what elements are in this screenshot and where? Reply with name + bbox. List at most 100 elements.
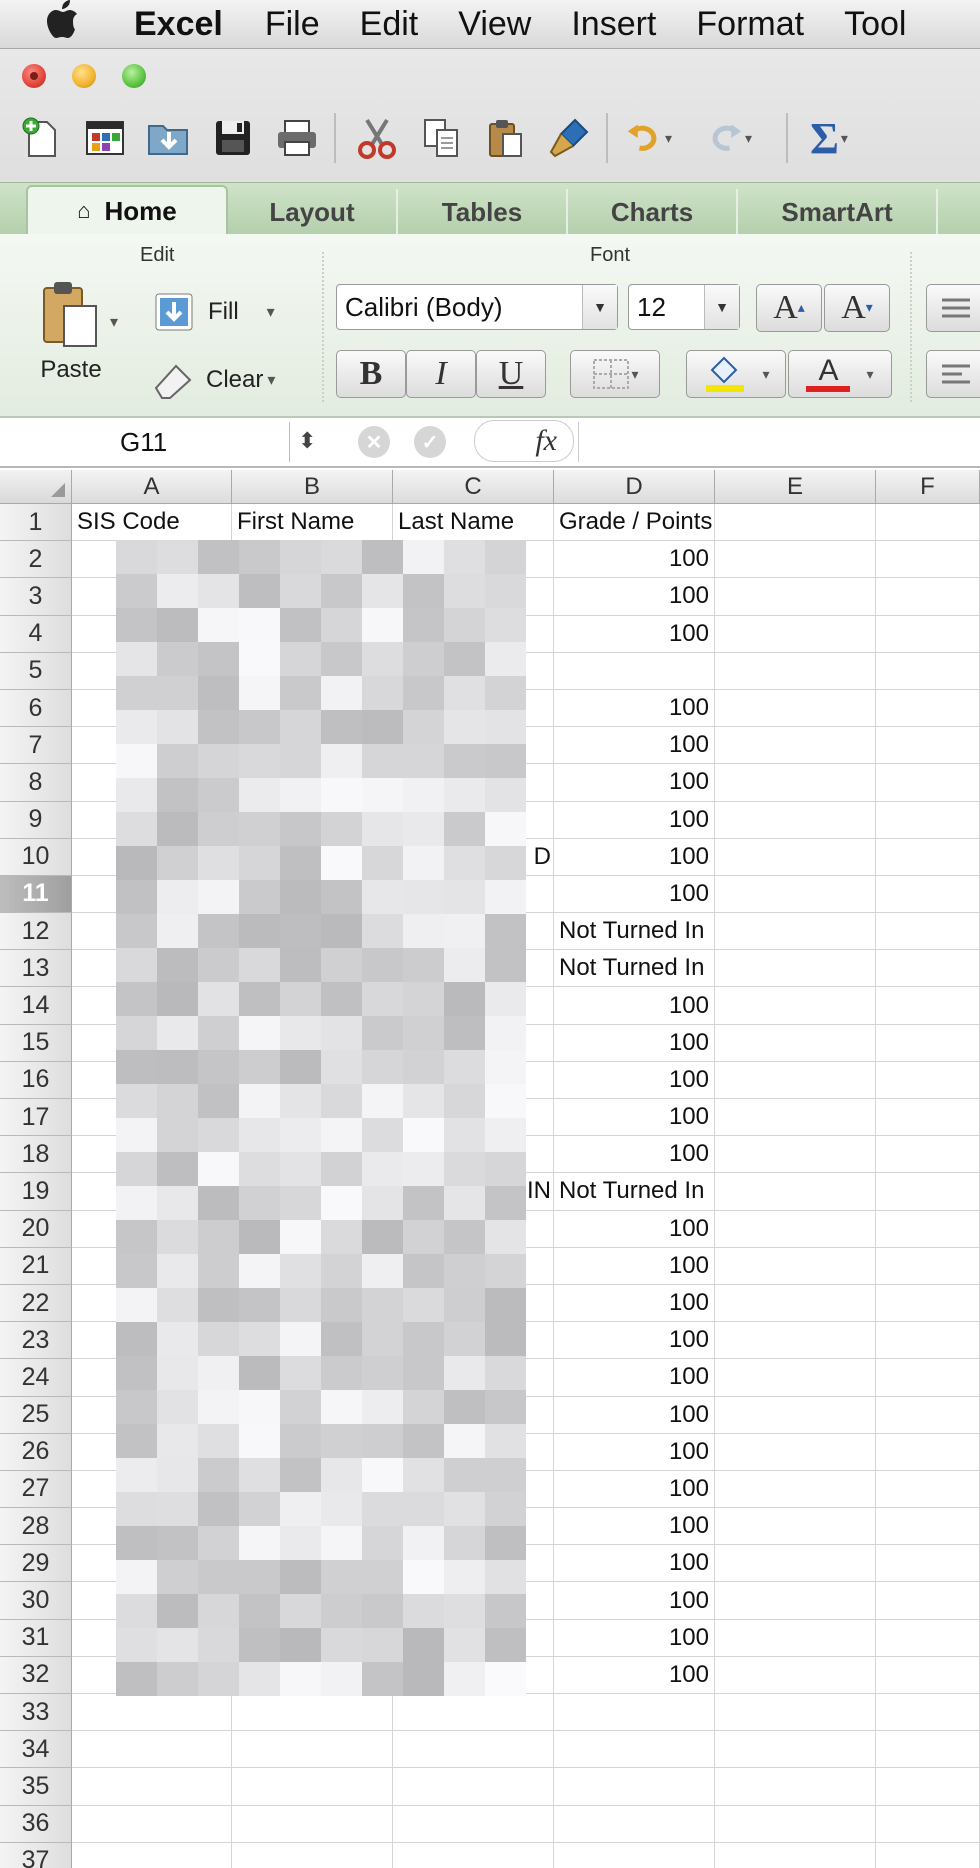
cell-a[interactable] bbox=[72, 1508, 232, 1546]
cell-a[interactable] bbox=[72, 838, 232, 876]
cell-f[interactable] bbox=[876, 1284, 980, 1323]
cell-d[interactable]: 100 bbox=[554, 987, 715, 1025]
cell-b[interactable] bbox=[232, 1061, 393, 1099]
cell-e[interactable] bbox=[715, 913, 876, 951]
row-header[interactable]: 9 bbox=[0, 801, 72, 839]
cell-f[interactable] bbox=[876, 1694, 980, 1732]
cell-b[interactable] bbox=[232, 1433, 393, 1471]
fill-color-button[interactable]: ▾ bbox=[686, 350, 786, 398]
row-header[interactable]: 31 bbox=[0, 1619, 72, 1657]
column-header-f[interactable]: F bbox=[876, 470, 980, 504]
cell-c[interactable] bbox=[393, 1470, 554, 1509]
cell-b[interactable] bbox=[232, 1545, 393, 1583]
cell-b[interactable] bbox=[232, 1173, 393, 1211]
italic-button[interactable]: I bbox=[406, 350, 476, 398]
cell-f[interactable] bbox=[876, 987, 980, 1025]
cell-c[interactable] bbox=[393, 1396, 554, 1434]
cell-f[interactable] bbox=[876, 1768, 980, 1806]
copy-icon[interactable] bbox=[418, 115, 464, 161]
cell-e[interactable] bbox=[715, 1173, 876, 1211]
row-header[interactable]: 37 bbox=[0, 1842, 72, 1868]
row-header[interactable]: 2 bbox=[0, 541, 72, 579]
cell-f[interactable] bbox=[876, 727, 980, 765]
cell-a[interactable] bbox=[72, 1099, 232, 1137]
confirm-formula-icon[interactable]: ✓ bbox=[414, 426, 446, 458]
cell-c1[interactable]: Last Name bbox=[393, 504, 554, 542]
cell-c[interactable] bbox=[393, 1099, 554, 1137]
cell-d[interactable]: 100 bbox=[554, 1433, 715, 1471]
cell-d[interactable]: 100 bbox=[554, 875, 715, 914]
row-header[interactable]: 28 bbox=[0, 1508, 72, 1546]
cell-b[interactable] bbox=[232, 615, 393, 653]
cell-f[interactable] bbox=[876, 1173, 980, 1211]
cell-c[interactable] bbox=[393, 1433, 554, 1471]
tab-layout[interactable]: Layout bbox=[228, 189, 398, 235]
cell-b[interactable] bbox=[232, 1731, 393, 1769]
row-header[interactable]: 18 bbox=[0, 1136, 72, 1174]
cell-d[interactable]: 100 bbox=[554, 764, 715, 802]
cell-b[interactable] bbox=[232, 1508, 393, 1546]
cell-a[interactable] bbox=[72, 1433, 232, 1471]
cell-b[interactable] bbox=[232, 1024, 393, 1062]
cell-a[interactable] bbox=[72, 1173, 232, 1211]
cell-d[interactable]: 100 bbox=[554, 1656, 715, 1694]
cell-c[interactable] bbox=[393, 913, 554, 951]
menu-insert[interactable]: Insert bbox=[571, 5, 656, 44]
cell-a[interactable] bbox=[72, 1768, 232, 1806]
cell-f[interactable] bbox=[876, 1619, 980, 1657]
row-header[interactable]: 26 bbox=[0, 1433, 72, 1471]
cell-f[interactable] bbox=[876, 1136, 980, 1174]
align-left-button[interactable] bbox=[926, 350, 980, 398]
paste-dropdown-icon[interactable]: ▾ bbox=[110, 312, 118, 332]
clear-dropdown-icon[interactable]: ▾ bbox=[267, 370, 275, 390]
cell-c[interactable] bbox=[393, 541, 554, 579]
cut-icon[interactable] bbox=[354, 115, 400, 161]
row-header[interactable]: 36 bbox=[0, 1805, 72, 1843]
cell-b[interactable] bbox=[232, 1842, 393, 1868]
cell-e[interactable] bbox=[715, 727, 876, 765]
row-header[interactable]: 21 bbox=[0, 1247, 72, 1285]
cell-f[interactable] bbox=[876, 1731, 980, 1769]
cell-d[interactable]: 100 bbox=[554, 1136, 715, 1174]
cell-c[interactable] bbox=[393, 801, 554, 839]
cell-e[interactable] bbox=[715, 1619, 876, 1657]
cell-b[interactable] bbox=[232, 838, 393, 876]
open-icon[interactable] bbox=[146, 115, 192, 161]
cell-a[interactable] bbox=[72, 615, 232, 653]
cell-a[interactable] bbox=[72, 1470, 232, 1509]
cell-e[interactable] bbox=[715, 1061, 876, 1099]
cell-a[interactable] bbox=[72, 1731, 232, 1769]
name-box-stepper-icon[interactable]: ⬍ bbox=[298, 428, 316, 454]
cell-e[interactable] bbox=[715, 801, 876, 839]
cell-e[interactable] bbox=[715, 875, 876, 914]
cell-c[interactable] bbox=[393, 1061, 554, 1099]
insert-function-button[interactable]: fx bbox=[474, 420, 574, 462]
cell-a[interactable] bbox=[72, 689, 232, 728]
cell-c[interactable] bbox=[393, 1694, 554, 1732]
cell-b[interactable] bbox=[232, 1768, 393, 1806]
cell-e[interactable] bbox=[715, 1024, 876, 1062]
cell-a[interactable] bbox=[72, 875, 232, 914]
clear-button[interactable]: Clear ▾ bbox=[150, 360, 275, 400]
chevron-down-icon[interactable]: ▼ bbox=[704, 285, 739, 329]
name-box[interactable]: G11 bbox=[0, 422, 290, 462]
cell-c[interactable] bbox=[393, 578, 554, 616]
column-header-d[interactable]: D bbox=[554, 470, 715, 504]
cell-d[interactable]: 100 bbox=[554, 615, 715, 653]
cell-b[interactable] bbox=[232, 1099, 393, 1137]
cell-c[interactable] bbox=[393, 1024, 554, 1062]
window-close-button[interactable] bbox=[22, 64, 46, 88]
cell-f[interactable] bbox=[876, 1210, 980, 1248]
row-header[interactable]: 32 bbox=[0, 1656, 72, 1694]
cell-c[interactable] bbox=[393, 950, 554, 988]
cell-f[interactable] bbox=[876, 801, 980, 839]
cell-e[interactable] bbox=[715, 1582, 876, 1620]
menu-edit[interactable]: Edit bbox=[360, 5, 419, 44]
cell-d[interactable]: 100 bbox=[554, 689, 715, 728]
cell-c[interactable] bbox=[393, 987, 554, 1025]
cell-f[interactable] bbox=[876, 652, 980, 690]
cell-e[interactable] bbox=[715, 1656, 876, 1694]
cell-c[interactable] bbox=[393, 1284, 554, 1323]
cell-e1[interactable] bbox=[715, 504, 876, 542]
cell-c[interactable] bbox=[393, 1656, 554, 1694]
